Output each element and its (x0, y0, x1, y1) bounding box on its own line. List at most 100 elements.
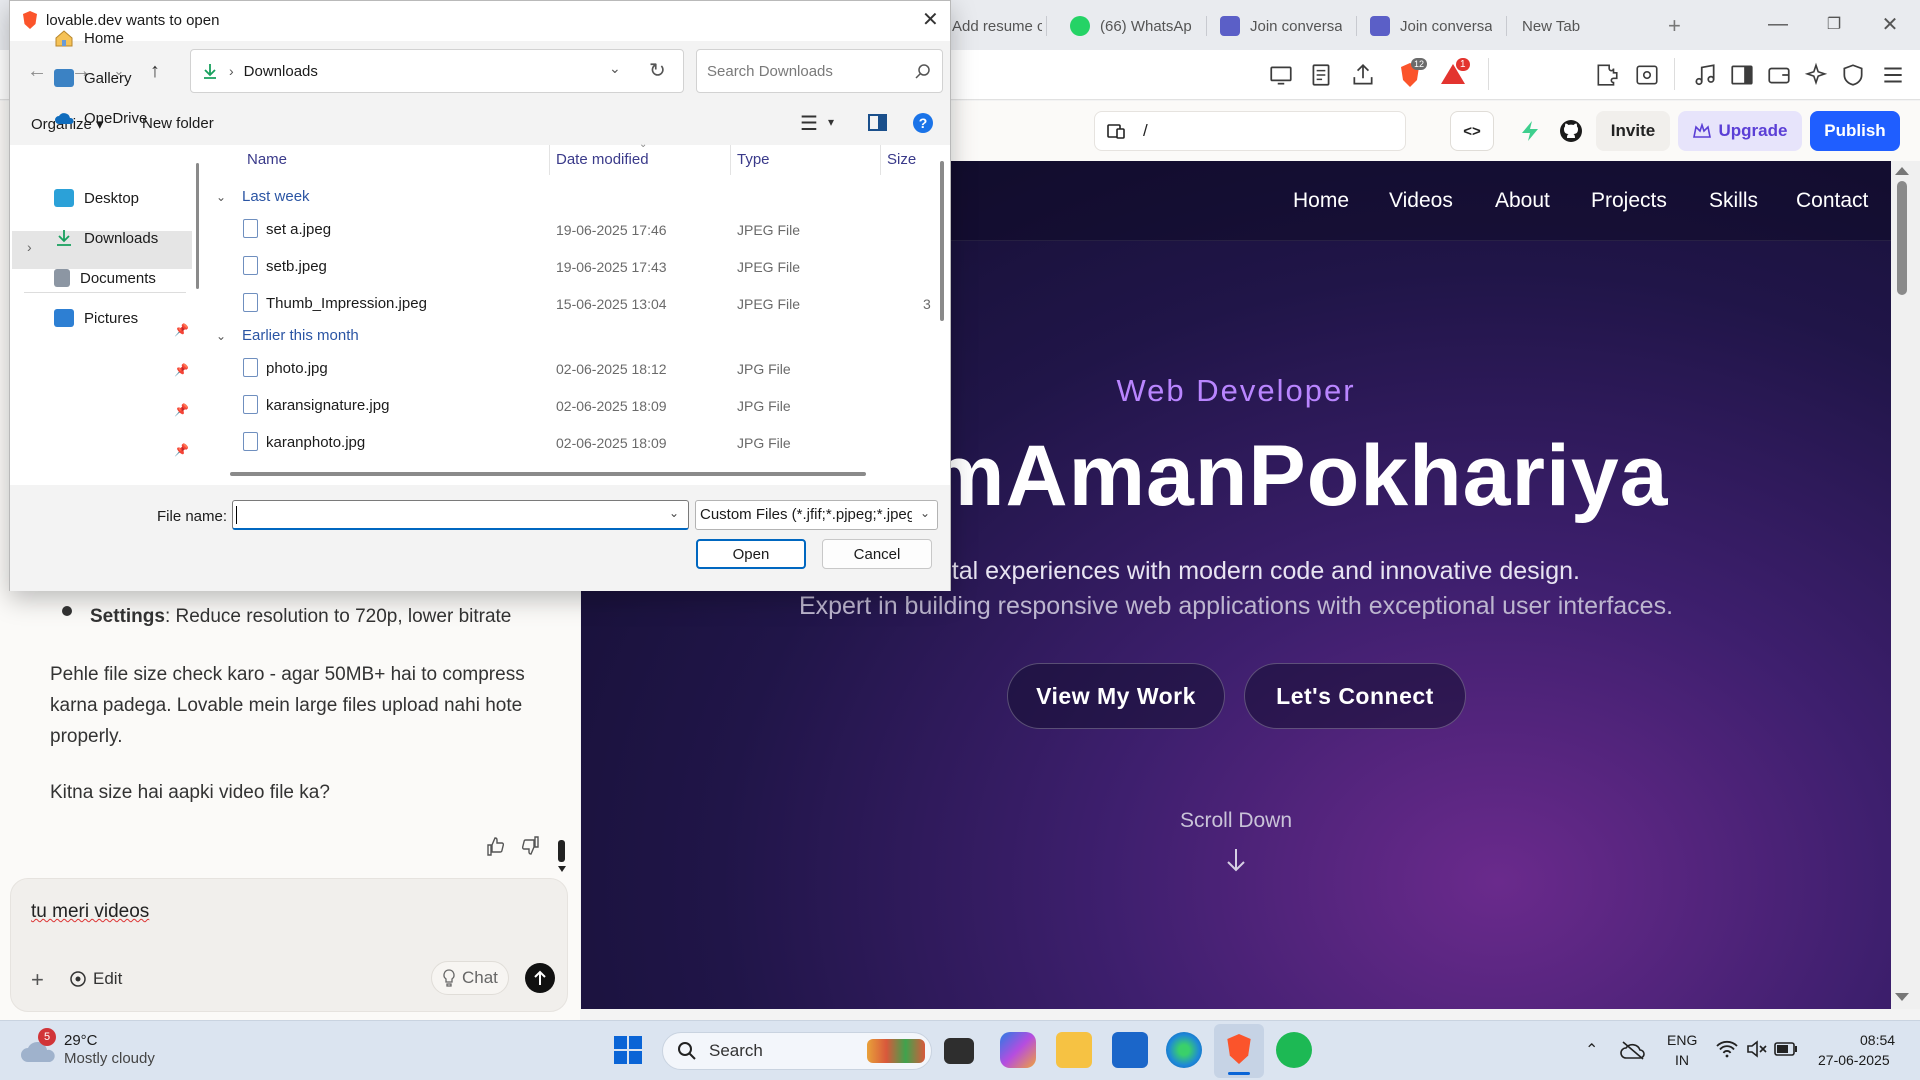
taskbar-active-brave[interactable] (1214, 1024, 1264, 1078)
chat-input-text[interactable]: tu meri videos (31, 901, 149, 923)
nav-item-pictures[interactable]: Pictures (54, 303, 138, 333)
code-view-button[interactable]: <> (1450, 111, 1494, 151)
wifi-icon[interactable] (1716, 1040, 1738, 1058)
weather-widget[interactable]: 5 (20, 1028, 60, 1066)
microsoft-store-icon[interactable] (1112, 1032, 1148, 1068)
nav-about[interactable]: About (1495, 189, 1550, 213)
edit-mode-button[interactable]: Edit (69, 969, 122, 989)
view-options-icon[interactable]: ☰ (800, 111, 818, 136)
send-button[interactable] (525, 963, 555, 993)
preview-scrollbar-thumb[interactable] (1897, 181, 1907, 295)
tab-teams-1[interactable]: Join conversa (1220, 10, 1342, 42)
nav-item-onedrive[interactable]: OneDrive (54, 103, 147, 133)
publish-button[interactable]: Publish (1810, 111, 1900, 151)
taskbar-search[interactable]: Search (662, 1032, 932, 1070)
spotify-icon[interactable] (1276, 1032, 1312, 1068)
tab-whatsapp[interactable]: (66) WhatsAp (1070, 10, 1192, 42)
speaker-muted-icon[interactable] (1746, 1040, 1768, 1058)
supabase-button[interactable] (1510, 111, 1550, 151)
scroll-down-arrow-icon[interactable] (558, 866, 566, 872)
path-dropdown-chevron-icon[interactable]: ⌄ (609, 60, 621, 77)
nav-item-home[interactable]: Home (54, 23, 124, 53)
tab-teams-2[interactable]: Join conversa (1370, 10, 1492, 42)
invite-button[interactable]: Invite (1596, 111, 1670, 151)
add-attachment-button[interactable]: + (31, 967, 44, 993)
column-type[interactable]: Type (737, 151, 770, 168)
cast-icon[interactable] (1268, 62, 1294, 88)
scroll-down-label[interactable]: Scroll Down (581, 809, 1891, 833)
group-collapse-chevron-icon[interactable]: ⌄ (216, 190, 226, 204)
vpn-shield-icon[interactable] (1840, 62, 1866, 88)
file-list-vscrollbar[interactable] (940, 161, 944, 321)
sidebar-icon[interactable] (1729, 62, 1755, 88)
connect-button[interactable]: Let's Connect (1244, 663, 1466, 729)
chat-input-box[interactable]: tu meri videos + Edit Chat (10, 878, 568, 1012)
file-name-input[interactable]: ⌄ (232, 500, 689, 530)
show-hidden-icons-chevron-icon[interactable]: ⌃ (1585, 1040, 1598, 1060)
nav-item-gallery[interactable]: Gallery (54, 63, 132, 93)
close-window-button[interactable]: ✕ (1878, 12, 1902, 36)
file-list-hscrollbar[interactable] (230, 472, 866, 476)
path-breadcrumb[interactable]: › Downloads ⌄ ↻ (190, 49, 684, 93)
tab-new-tab[interactable]: New Tab (1522, 10, 1662, 42)
onedrive-offline-icon[interactable] (1620, 1040, 1646, 1060)
chat-scrollbar-thumb[interactable] (558, 840, 565, 862)
screenshot-icon[interactable] (1634, 62, 1660, 88)
menu-icon[interactable] (1880, 62, 1906, 88)
dialog-close-icon[interactable]: ✕ (922, 7, 939, 32)
file-row-name[interactable]: karanphoto.jpg (266, 434, 365, 451)
tab-resume[interactable]: Add resume c (952, 10, 1042, 42)
up-folder-arrow-icon[interactable]: ↑ (140, 56, 170, 86)
group-collapse-chevron-icon[interactable]: ⌄ (216, 329, 226, 343)
chat-mode-button[interactable]: Chat (431, 961, 509, 995)
refresh-icon[interactable]: ↻ (649, 58, 666, 83)
group-header-earlier-this-month[interactable]: Earlier this month (242, 327, 359, 344)
column-divider[interactable] (880, 145, 881, 175)
start-button[interactable] (612, 1034, 644, 1066)
nav-item-documents[interactable]: Documents (54, 263, 156, 293)
nav-skills[interactable]: Skills (1709, 189, 1758, 213)
github-button[interactable] (1552, 111, 1590, 151)
file-name-dropdown-chevron-icon[interactable]: ⌄ (669, 506, 679, 520)
nav-pane-scrollbar[interactable] (196, 163, 199, 289)
help-icon[interactable]: ? (913, 113, 933, 133)
file-row-name[interactable]: karansignature.jpg (266, 397, 389, 414)
leo-ai-icon[interactable] (1803, 62, 1829, 88)
nav-home[interactable]: Home (1293, 189, 1349, 213)
weather-description[interactable]: Mostly cloudy (64, 1050, 155, 1067)
nav-item-desktop[interactable]: Desktop (54, 183, 139, 213)
reader-icon[interactable] (1308, 62, 1334, 88)
extensions-icon[interactable] (1594, 62, 1620, 88)
language-region[interactable]: IN (1675, 1052, 1689, 1068)
preview-scrollbar[interactable] (1891, 161, 1920, 1009)
language-label[interactable]: ENG (1667, 1032, 1697, 1048)
device-toggle-icon[interactable] (1107, 123, 1125, 139)
filter-dropdown-chevron-icon[interactable]: ⌄ (920, 506, 930, 520)
scroll-down-arrow-icon[interactable] (1895, 993, 1909, 1001)
restore-button[interactable]: ❐ (1822, 12, 1846, 36)
new-folder-button[interactable]: New folder (142, 115, 214, 132)
clock-time[interactable]: 08:54 (1860, 1032, 1895, 1048)
arrow-down-icon[interactable] (1225, 847, 1247, 873)
brave-shield-button[interactable]: 12 (1398, 58, 1428, 90)
brave-rewards-button[interactable]: 1 (1440, 58, 1470, 90)
file-type-filter-select[interactable]: Custom Files (*.jfif;*.pjpeg;*.jpeg ⌄ (695, 500, 938, 530)
nav-contact[interactable]: Contact (1796, 189, 1868, 213)
file-row-name[interactable]: setb.jpeg (266, 258, 327, 275)
preview-pane-icon[interactable] (868, 114, 887, 131)
open-button[interactable]: Open (696, 539, 806, 569)
back-arrow-icon[interactable]: ← (22, 56, 52, 86)
edge-icon[interactable] (1166, 1032, 1202, 1068)
music-icon[interactable] (1692, 62, 1718, 88)
share-icon[interactable] (1350, 62, 1376, 88)
task-view-icon[interactable] (944, 1038, 974, 1064)
thumbs-up-icon[interactable] (486, 836, 506, 856)
column-divider[interactable] (549, 145, 550, 175)
nav-projects[interactable]: Projects (1591, 189, 1667, 213)
view-work-button[interactable]: View My Work (1007, 663, 1225, 729)
file-row-name[interactable]: photo.jpg (266, 360, 328, 377)
scroll-up-arrow-icon[interactable] (1895, 167, 1909, 175)
column-date-modified[interactable]: Date modified (556, 151, 649, 168)
group-header-last-week[interactable]: Last week (242, 188, 310, 205)
file-explorer-icon[interactable] (1056, 1032, 1092, 1068)
